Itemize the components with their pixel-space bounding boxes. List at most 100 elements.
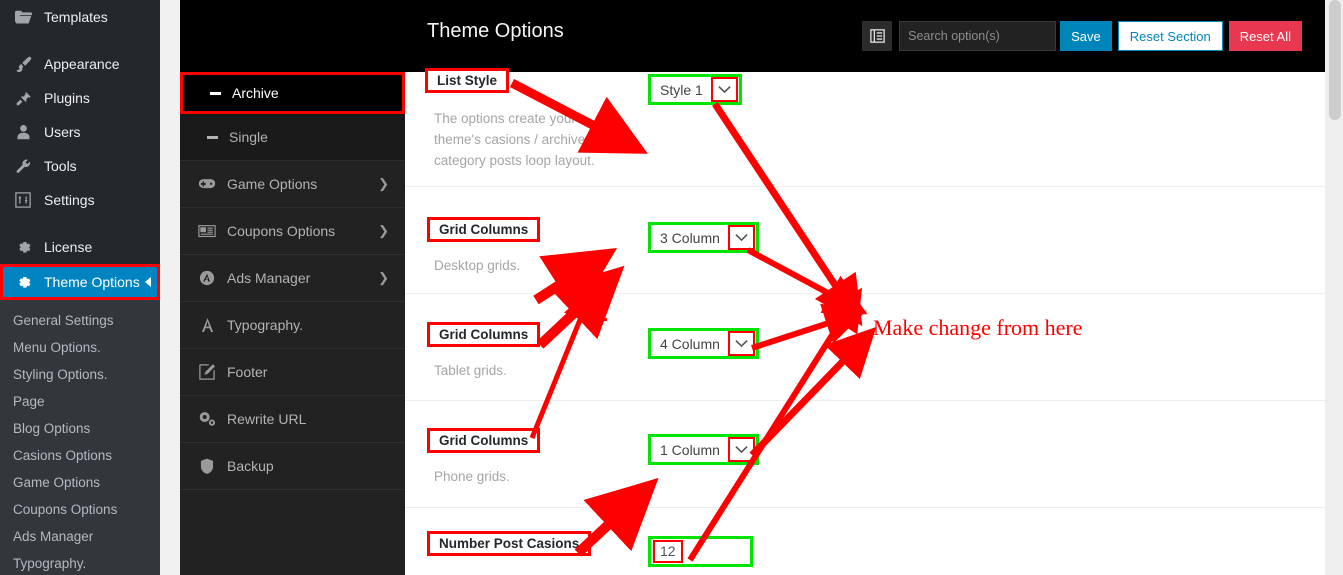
number-post-casions-input[interactable]: 12 <box>648 536 753 567</box>
wordpress-admin-sidebar: Templates Appearance Plugins Users Tools… <box>0 0 160 575</box>
list-style-select[interactable]: Style 1 <box>648 74 742 105</box>
sidebar-item-tools[interactable]: Tools <box>0 149 160 183</box>
field-description: Tablet grids. <box>434 363 507 378</box>
sidebar-item-label: Tools <box>44 158 77 174</box>
section-item-typography[interactable]: Typography. <box>180 302 405 349</box>
sidebar-item-label: Settings <box>44 192 95 208</box>
chevron-right-icon: ❯ <box>378 176 389 191</box>
grid-columns-phone-select[interactable]: 1 Column <box>648 434 759 465</box>
chevron-right-icon: ❯ <box>378 270 389 285</box>
reset-all-button[interactable]: Reset All <box>1228 21 1302 51</box>
gamepad-icon <box>196 178 218 190</box>
chevron-down-icon[interactable] <box>727 225 755 250</box>
theme-options-submenu: General Settings Menu Options. Styling O… <box>0 300 160 575</box>
field-row-grid-columns-tablet: Grid Columns Tablet grids. 4 Column <box>405 294 1325 401</box>
grid-columns-desktop-select[interactable]: 3 Column <box>648 222 759 253</box>
section-item-label: Coupons Options <box>227 223 336 239</box>
section-item-label: Game Options <box>227 176 318 192</box>
sidebar-item-license[interactable]: License <box>0 230 160 264</box>
annotation-number-1: 1 <box>612 120 631 162</box>
section-item-rewrite-url[interactable]: Rewrite URL <box>180 396 405 443</box>
page-scrollbar[interactable] <box>1325 0 1343 575</box>
select-value: 3 Column <box>660 229 720 246</box>
gear-icon <box>11 239 35 256</box>
sidebar-divider-1 <box>0 34 160 47</box>
reset-section-button[interactable]: Reset Section <box>1117 21 1223 51</box>
field-label: Grid Columns <box>427 322 541 347</box>
section-item-ads-manager[interactable]: Ads Manager ❯ <box>180 255 405 302</box>
field-description: Desktop grids. <box>434 258 521 273</box>
field-description: The options create your theme's casions … <box>434 111 595 168</box>
field-row-grid-columns-desktop: Grid Columns Desktop grids. 3 Column <box>405 187 1325 294</box>
header-toolbar: Save Reset Section Reset All <box>862 21 1302 51</box>
wrench-icon <box>11 158 35 175</box>
edit-icon <box>196 364 218 380</box>
search-input[interactable] <box>899 21 1057 51</box>
annotation-note: Make change from here <box>873 315 1083 340</box>
section-item-backup[interactable]: Backup <box>180 443 405 490</box>
annotation-number-3: 3 <box>620 485 639 527</box>
submenu-item-blog-options[interactable]: Blog Options <box>0 415 160 442</box>
theme-options-section-nav: Archive Single Game Options ❯ Coupons Op… <box>180 0 405 575</box>
sidebar-item-label: Users <box>44 124 81 140</box>
field-row-list-style: List Style The options create your theme… <box>405 68 1325 187</box>
select-value: Style 1 <box>660 81 703 98</box>
newspaper-icon <box>196 224 218 238</box>
save-button[interactable]: Save <box>1060 21 1112 51</box>
cogs-icon <box>196 411 218 427</box>
sidebar-item-label: Theme Options <box>44 274 140 290</box>
theme-options-screen: Templates Appearance Plugins Users Tools… <box>0 0 1343 575</box>
sidebar-item-label: Templates <box>44 9 108 25</box>
submenu-item-typography[interactable]: Typography. <box>0 550 160 575</box>
number-value: 12 <box>653 540 683 563</box>
section-item-label: Single <box>229 129 268 145</box>
chevron-right-icon: ❯ <box>378 223 389 238</box>
submenu-item-menu-options[interactable]: Menu Options. <box>0 334 160 361</box>
sidebar-item-users[interactable]: Users <box>0 115 160 149</box>
collapse-panel-icon[interactable] <box>862 21 893 51</box>
field-label: Number Post Casions <box>427 531 592 556</box>
section-item-game-options[interactable]: Game Options ❯ <box>180 161 405 208</box>
submenu-item-ads-manager[interactable]: Ads Manager <box>0 523 160 550</box>
field-label: Grid Columns <box>427 217 541 242</box>
submenu-item-styling-options[interactable]: Styling Options. <box>0 361 160 388</box>
section-item-footer[interactable]: Footer <box>180 349 405 396</box>
sidebar-item-settings[interactable]: Settings <box>0 183 160 217</box>
sliders-icon <box>11 192 35 208</box>
sidebar-item-appearance[interactable]: Appearance <box>0 47 160 81</box>
sidebar-item-templates[interactable]: Templates <box>0 0 160 34</box>
select-value: 1 Column <box>660 441 720 458</box>
shield-icon <box>196 458 218 474</box>
field-description: Phone grids. <box>434 469 510 484</box>
sidebar-item-plugins[interactable]: Plugins <box>0 81 160 115</box>
gear-icon <box>11 274 35 291</box>
sidebar-item-label: Plugins <box>44 90 90 106</box>
chevron-down-icon[interactable] <box>727 331 755 356</box>
section-item-label: Ads Manager <box>227 270 311 286</box>
chevron-down-icon[interactable] <box>727 437 755 462</box>
grid-columns-tablet-select[interactable]: 4 Column <box>648 328 759 359</box>
submenu-item-casions-options[interactable]: Casions Options <box>0 442 160 469</box>
font-icon <box>196 317 218 333</box>
page-title: Theme Options <box>427 20 564 42</box>
chevron-down-icon[interactable] <box>710 77 738 102</box>
submenu-item-game-options[interactable]: Game Options <box>0 469 160 496</box>
submenu-item-general-settings[interactable]: General Settings <box>0 307 160 334</box>
section-item-archive[interactable]: Archive <box>180 72 405 114</box>
section-item-single[interactable]: Single <box>180 114 405 161</box>
sidebar-divider-2 <box>0 217 160 230</box>
section-nav-header-spacer <box>180 0 405 72</box>
sidebar-item-theme-options[interactable]: Theme Options <box>0 264 160 300</box>
sidebar-item-label: License <box>44 239 93 255</box>
submenu-item-coupons-options[interactable]: Coupons Options <box>0 496 160 523</box>
submenu-item-page[interactable]: Page <box>0 388 160 415</box>
ads-icon <box>196 270 218 286</box>
user-icon <box>11 124 35 140</box>
section-item-label: Backup <box>227 458 274 474</box>
annotation-number-2: 2 <box>590 288 609 330</box>
section-item-label: Archive <box>232 85 279 101</box>
paintbrush-icon <box>11 56 35 73</box>
section-item-coupons-options[interactable]: Coupons Options ❯ <box>180 208 405 255</box>
page-scrollbar-thumb[interactable] <box>1329 0 1341 120</box>
field-label: Grid Columns <box>427 428 541 453</box>
